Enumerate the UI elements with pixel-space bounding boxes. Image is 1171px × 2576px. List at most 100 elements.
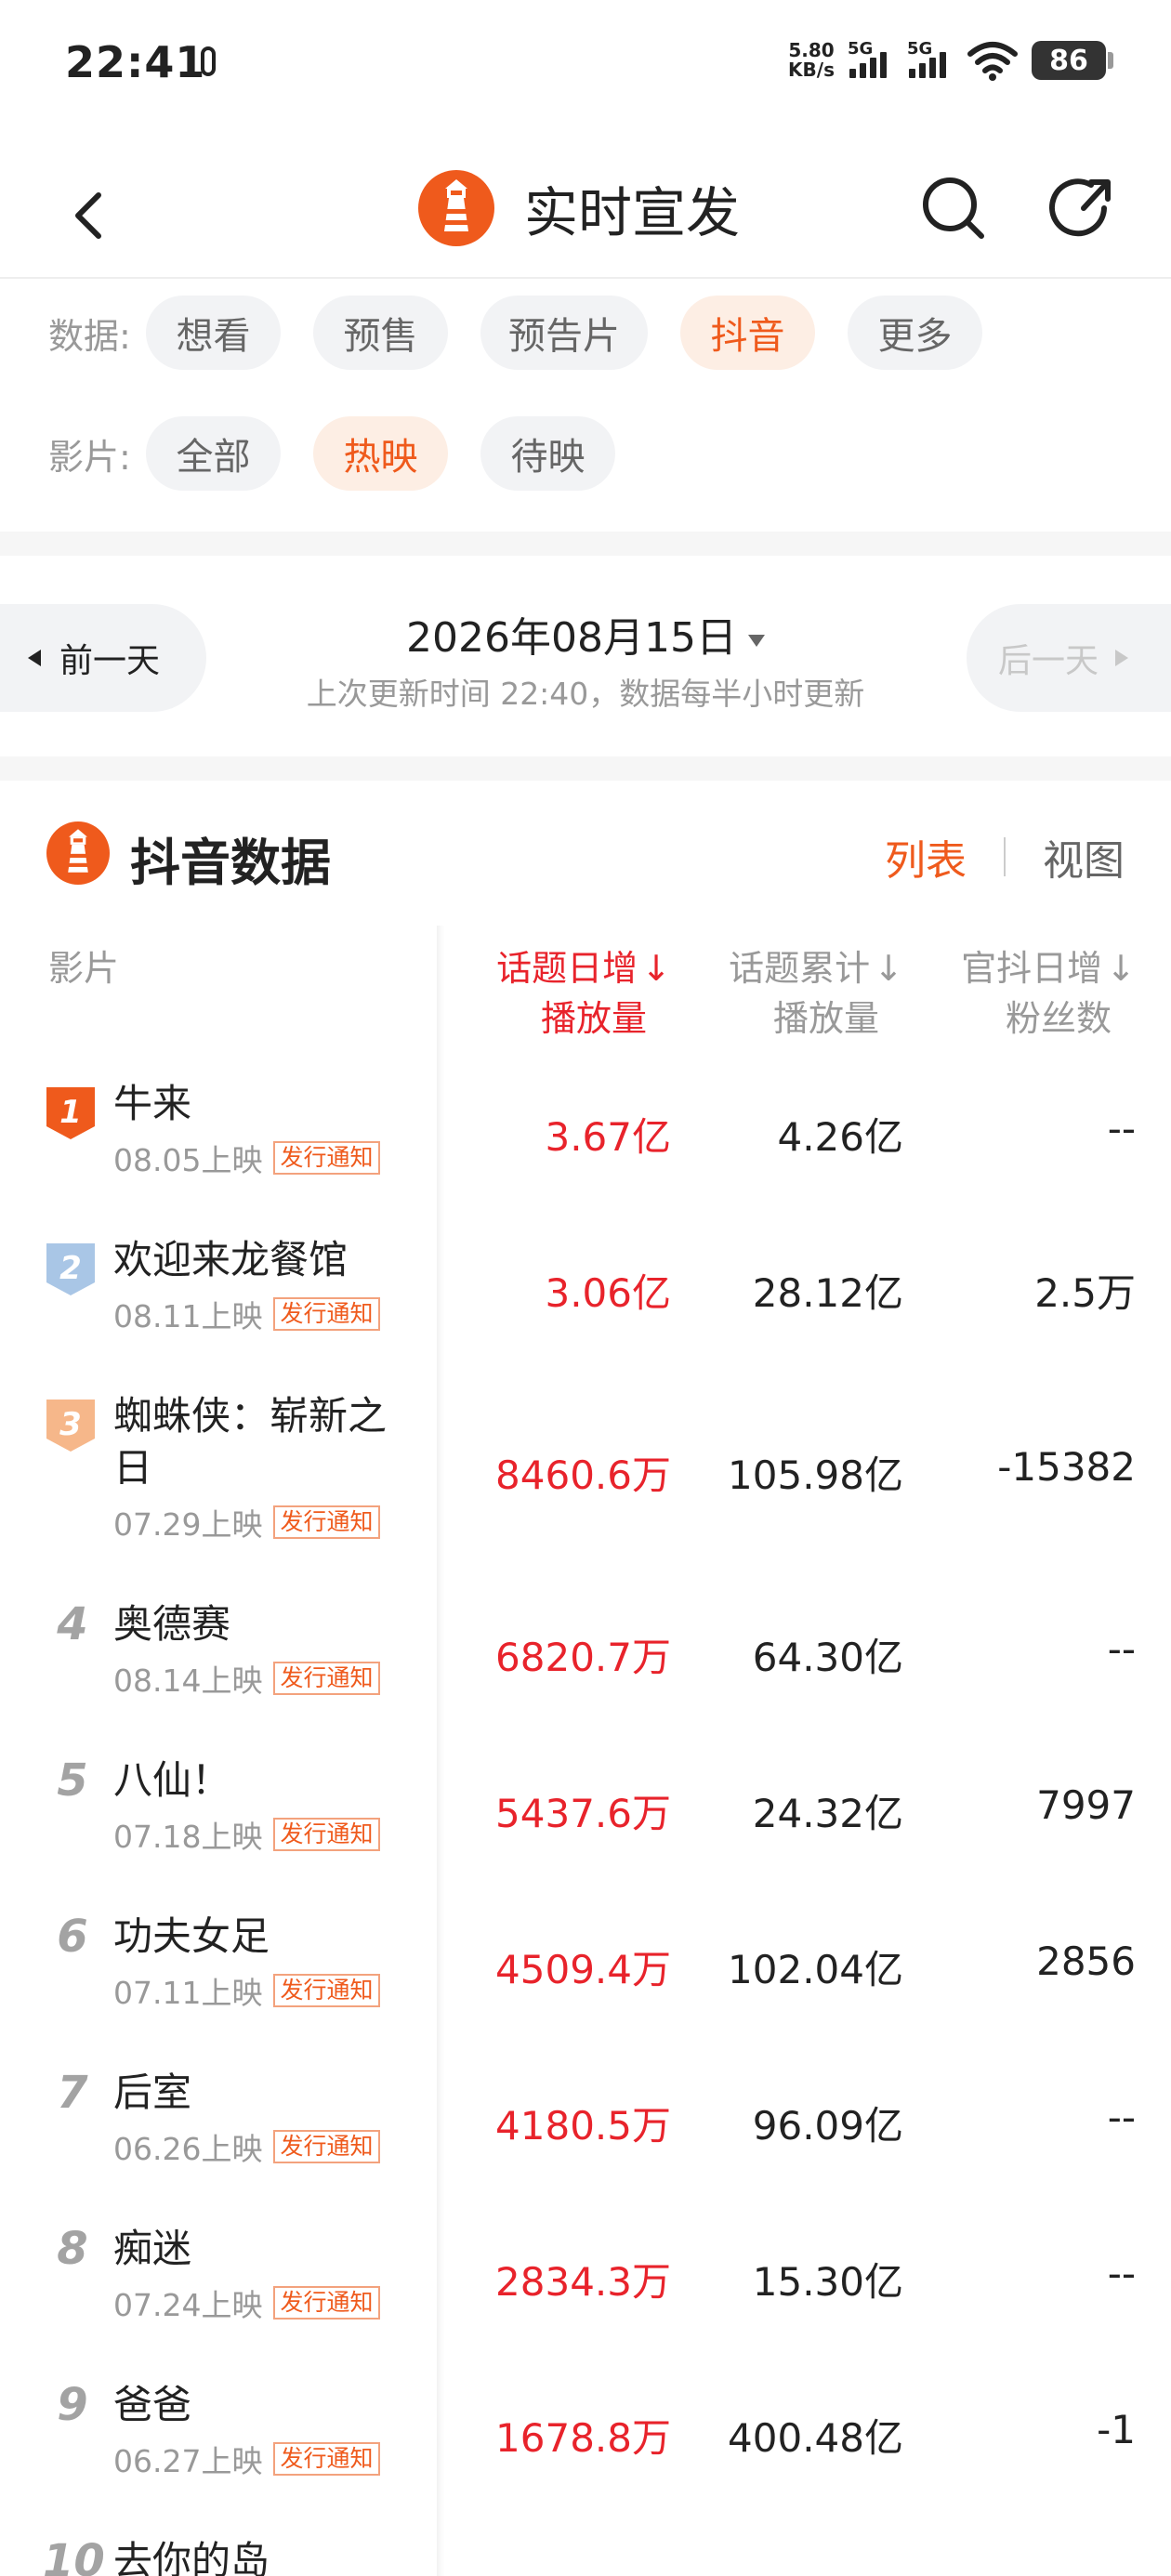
notice-tag[interactable]: 发行通知 bbox=[273, 1818, 380, 1851]
chip-all[interactable]: 全部 bbox=[146, 416, 281, 491]
topic-daily-value: 2834.3万 bbox=[495, 2259, 671, 2305]
notice-tag[interactable]: 发行通知 bbox=[273, 2442, 380, 2476]
fans-daily-value: 2856 bbox=[1036, 1939, 1136, 1984]
rank-number: 10 bbox=[43, 2535, 105, 2576]
lighthouse-logo-icon bbox=[418, 170, 494, 246]
divider bbox=[0, 756, 1171, 781]
topic-total-value: 105.98亿 bbox=[728, 1452, 903, 1498]
sort-down-icon: ↓ bbox=[641, 948, 671, 989]
net-speed: 5.80 KB/s bbox=[788, 39, 835, 81]
share-icon[interactable] bbox=[1046, 171, 1121, 245]
frozen-column-shadow bbox=[437, 926, 444, 2576]
chip-more[interactable]: 更多 bbox=[848, 296, 982, 370]
status-bar: 22:41 5.80 KB/s 5G 5G 86 bbox=[0, 0, 1171, 130]
topic-total-value: 28.12亿 bbox=[752, 1270, 903, 1316]
date-selector[interactable]: 2026年08月15日 bbox=[279, 604, 892, 664]
release-date: 07.29上映 发行通知 bbox=[113, 1500, 380, 1544]
next-day-button[interactable]: 后一天 bbox=[967, 604, 1171, 712]
col-header-topic-daily[interactable]: 话题日增 ↓ 播放量 bbox=[455, 943, 671, 1044]
notice-tag[interactable]: 发行通知 bbox=[273, 1297, 380, 1331]
rank-number: 8 bbox=[57, 2223, 88, 2275]
notice-tag[interactable]: 发行通知 bbox=[273, 1662, 380, 1695]
topic-total-value: 4.26亿 bbox=[777, 1114, 903, 1160]
arrow-right-icon bbox=[1115, 650, 1129, 666]
release-date: 08.05上映 发行通知 bbox=[113, 1136, 380, 1180]
chip-want-to-see[interactable]: 想看 bbox=[146, 296, 281, 370]
topic-daily-value: 3.06亿 bbox=[545, 1270, 671, 1316]
wifi-icon bbox=[967, 42, 1018, 81]
chip-trailer[interactable]: 预告片 bbox=[480, 296, 648, 370]
release-date: 08.11上映 发行通知 bbox=[113, 1292, 380, 1336]
col-header-fans-daily[interactable]: 官抖日增 ↓ 粉丝数 bbox=[920, 943, 1136, 1044]
fans-daily-value: -- bbox=[1107, 1626, 1136, 1672]
svg-text:2: 2 bbox=[59, 1250, 82, 1287]
chip-douyin[interactable]: 抖音 bbox=[680, 296, 815, 370]
signal-icon-sim1: 5G bbox=[848, 39, 894, 82]
topic-daily-value: 8460.6万 bbox=[495, 1452, 671, 1498]
status-time: 22:41 bbox=[65, 37, 206, 87]
topic-daily-value: 4180.5万 bbox=[495, 2103, 671, 2149]
topic-total-value: 64.30亿 bbox=[752, 1635, 903, 1680]
fans-daily-value: -1 bbox=[1097, 2407, 1136, 2452]
topic-daily-value: 4509.4万 bbox=[495, 1947, 671, 1992]
film-name: 功夫女足 bbox=[113, 1913, 270, 1959]
film-name: 八仙！ bbox=[113, 1757, 231, 1803]
fans-daily-value: -- bbox=[1107, 1106, 1136, 1151]
film-name: 爸爸 bbox=[113, 2382, 192, 2427]
view-toggle: 列表 视图 bbox=[885, 827, 1125, 887]
lighthouse-logo-icon bbox=[46, 821, 110, 885]
data-filter-row: 数据: 想看 预售 预告片 抖音 更多 bbox=[48, 296, 1015, 370]
page-title: 实时宣发 bbox=[524, 181, 741, 244]
topic-total-value: 400.48亿 bbox=[728, 2415, 903, 2461]
film-name: 奥德赛 bbox=[113, 1601, 231, 1647]
notice-tag[interactable]: 发行通知 bbox=[273, 2130, 380, 2163]
col-header-topic-total[interactable]: 话题累计 ↓ 播放量 bbox=[688, 943, 903, 1044]
topic-daily-value: 6820.7万 bbox=[495, 1635, 671, 1680]
fans-daily-value: -- bbox=[1107, 2095, 1136, 2140]
release-date: 07.18上映 发行通知 bbox=[113, 1812, 380, 1857]
data-filter-label: 数据: bbox=[48, 315, 131, 357]
fans-daily-value: 2.5万 bbox=[1034, 1270, 1136, 1316]
film-name: 去你的岛 bbox=[113, 2538, 270, 2576]
sort-down-icon: ↓ bbox=[874, 948, 903, 989]
prev-day-button[interactable]: 前一天 bbox=[0, 604, 206, 712]
rank-number: 7 bbox=[57, 2067, 88, 2119]
chip-presale[interactable]: 预售 bbox=[313, 296, 448, 370]
caret-down-icon bbox=[747, 634, 765, 647]
notice-tag[interactable]: 发行通知 bbox=[273, 1505, 380, 1539]
rank-badge-3: 3 bbox=[46, 1400, 95, 1452]
rank-badge-1: 1 bbox=[46, 1087, 95, 1139]
signal-icon-sim2: 5G bbox=[907, 39, 954, 82]
view-list-tab[interactable]: 列表 bbox=[885, 827, 967, 887]
topic-total-value: 15.30亿 bbox=[752, 2259, 903, 2305]
header-title-group: 实时宣发 bbox=[418, 169, 740, 247]
notice-tag[interactable]: 发行通知 bbox=[273, 2286, 380, 2320]
svg-text:1: 1 bbox=[59, 1094, 82, 1131]
notice-tag[interactable]: 发行通知 bbox=[273, 1141, 380, 1175]
section-title: 抖音数据 bbox=[130, 834, 331, 892]
film-name: 后室 bbox=[113, 2070, 192, 2115]
notification-icon bbox=[201, 46, 216, 76]
topic-total-value: 96.09亿 bbox=[752, 2103, 903, 2149]
update-note: 上次更新时间 22:40，数据每半小时更新 bbox=[306, 676, 865, 712]
topic-daily-value: 3.67亿 bbox=[545, 1114, 671, 1160]
rank-number: 5 bbox=[57, 1755, 88, 1807]
chip-now-showing[interactable]: 热映 bbox=[313, 416, 448, 491]
notice-tag[interactable]: 发行通知 bbox=[273, 1974, 380, 2007]
chip-upcoming[interactable]: 待映 bbox=[480, 416, 615, 491]
status-indicators: 5.80 KB/s 5G 5G 86 bbox=[788, 37, 1113, 84]
view-chart-tab[interactable]: 视图 bbox=[1043, 827, 1125, 887]
film-name: 痴迷 bbox=[113, 2226, 192, 2271]
rank-number: 4 bbox=[57, 1598, 88, 1650]
release-date: 06.26上映 发行通知 bbox=[113, 2124, 380, 2169]
battery-icon: 86 bbox=[1032, 41, 1113, 80]
release-date: 08.14上映 发行通知 bbox=[113, 1656, 380, 1701]
app-header: 实时宣发 bbox=[0, 149, 1171, 279]
release-date: 07.11上映 发行通知 bbox=[113, 1968, 380, 2013]
back-icon[interactable] bbox=[61, 177, 126, 251]
svg-text:3: 3 bbox=[59, 1406, 82, 1443]
film-name: 蜘蛛侠：崭新之日 bbox=[113, 1393, 388, 1491]
fans-daily-value: -15382 bbox=[997, 1444, 1136, 1490]
search-icon[interactable] bbox=[916, 171, 991, 245]
film-filter-label: 影片: bbox=[48, 436, 131, 478]
